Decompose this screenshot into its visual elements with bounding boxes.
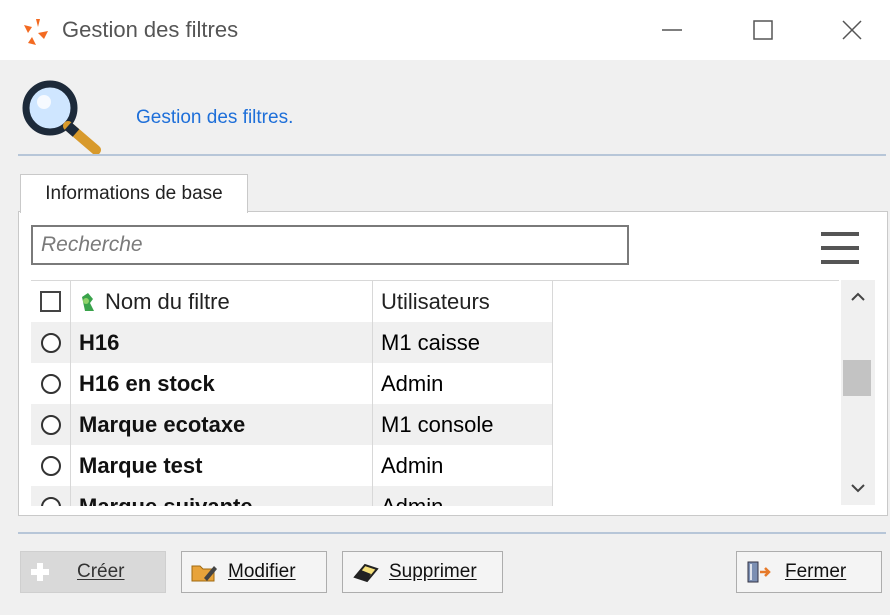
hamburger-menu-icon[interactable] <box>821 232 859 264</box>
row-radio[interactable] <box>40 332 61 353</box>
column-header-name[interactable]: Nom du filtre <box>71 281 373 322</box>
create-button[interactable]: Créer <box>20 551 166 593</box>
header-description: Gestion des filtres. <box>136 107 294 128</box>
window-title: Gestion des filtres <box>62 17 239 42</box>
table-row[interactable]: Marque ecotaxe M1 console <box>31 404 839 445</box>
row-radio[interactable] <box>40 455 61 476</box>
table-row[interactable]: Marque suivante Admin <box>31 486 839 506</box>
footer-divider <box>18 532 886 534</box>
row-users: Admin <box>373 486 553 506</box>
minimize-button[interactable] <box>650 10 694 50</box>
row-radio[interactable] <box>40 414 61 435</box>
close-button[interactable]: Fermer <box>736 551 882 593</box>
table-row[interactable]: Marque test Admin <box>31 445 839 486</box>
exit-door-icon <box>747 561 771 583</box>
row-users: Admin <box>373 363 553 404</box>
plus-icon <box>31 563 49 581</box>
scrollbar-thumb[interactable] <box>843 360 871 396</box>
edit-button[interactable]: Modifier <box>181 551 327 593</box>
row-users: M1 console <box>373 404 553 445</box>
maximize-icon <box>753 20 773 40</box>
filter-icon <box>82 292 94 311</box>
row-name: H16 en stock <box>71 363 373 404</box>
vertical-scrollbar[interactable] <box>841 280 875 505</box>
chevron-up-icon[interactable] <box>841 280 875 314</box>
row-name: Marque ecotaxe <box>71 404 373 445</box>
row-radio[interactable] <box>40 496 61 506</box>
eraser-icon <box>353 563 379 583</box>
table-header-row: Nom du filtre Utilisateurs <box>31 281 839 322</box>
magnifier-icon <box>22 80 101 155</box>
tab-informations-de-base[interactable]: Informations de base <box>20 174 248 213</box>
table-row[interactable]: H16 M1 caisse <box>31 322 839 363</box>
row-users: M1 caisse <box>373 322 553 363</box>
chevron-down-icon[interactable] <box>841 471 875 505</box>
table-row[interactable]: H16 en stock Admin <box>31 363 839 404</box>
tab-panel: Nom du filtre Utilisateurs H16 M1 caisse… <box>18 211 888 516</box>
row-name: Marque suivante <box>71 486 373 506</box>
filter-table: Nom du filtre Utilisateurs H16 M1 caisse… <box>31 280 839 506</box>
folder-edit-icon <box>191 565 217 582</box>
header-divider <box>18 154 886 156</box>
select-all-checkbox[interactable] <box>40 291 61 312</box>
close-icon <box>842 20 862 40</box>
app-logo-icon <box>24 19 48 45</box>
minimize-icon <box>662 29 682 31</box>
title-bar: Gestion des filtres <box>0 0 890 60</box>
close-window-button[interactable] <box>830 10 874 50</box>
row-name: Marque test <box>71 445 373 486</box>
column-header-users[interactable]: Utilisateurs <box>373 281 553 322</box>
row-name: H16 <box>71 322 373 363</box>
row-users: Admin <box>373 445 553 486</box>
search-input[interactable] <box>31 225 629 265</box>
delete-button[interactable]: Supprimer <box>342 551 503 593</box>
maximize-button[interactable] <box>741 10 785 50</box>
header: Gestion des filtres. <box>0 60 890 170</box>
row-radio[interactable] <box>40 373 61 394</box>
